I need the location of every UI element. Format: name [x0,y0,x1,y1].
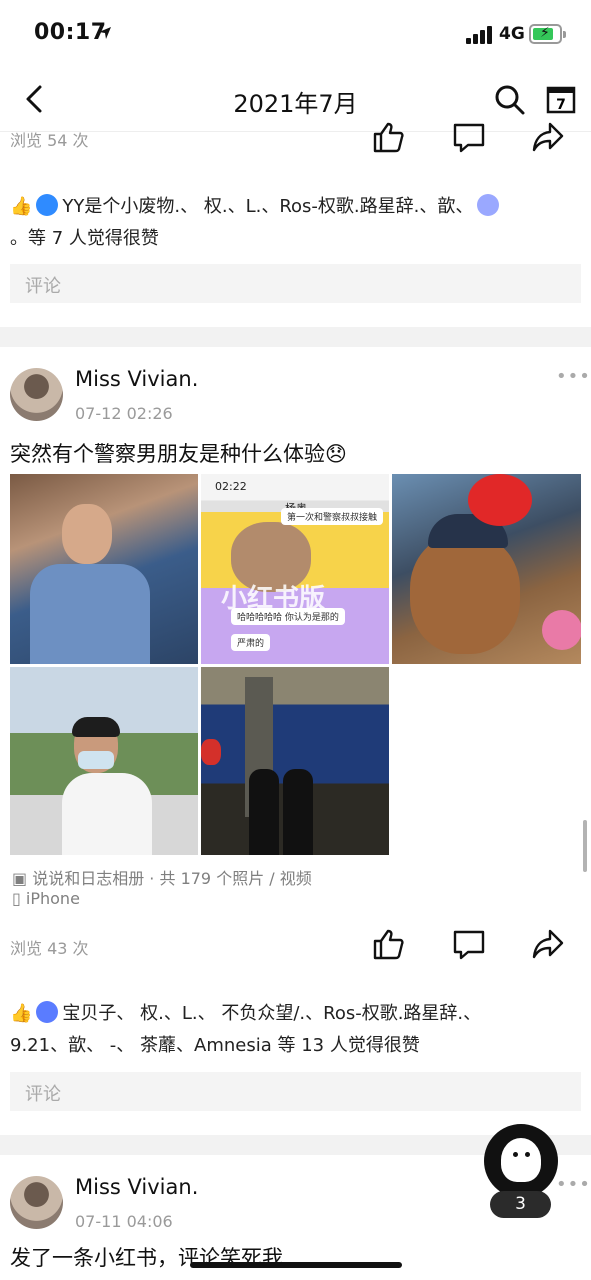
user-badge-icon [36,1001,59,1023]
more-options-icon[interactable]: ••• [556,1174,591,1195]
post-date: 07-12 02:26 [75,404,173,423]
likes-summary: 👍 YY是个小废物.、 权.、L.、Ros-权歌.路星辞.、歆、 。等 7 人觉得… [10,191,585,255]
device-info: ▯ iPhone [12,889,80,908]
thumbs-up-icon: 👍 [10,1003,33,1024]
comment-placeholder: 评论 [25,1084,61,1105]
search-icon[interactable] [494,84,526,116]
battery-cap [563,31,566,38]
view-count: 浏览 54 次 [10,131,89,150]
author-name[interactable]: Miss Vivian. [75,1175,198,1199]
phone-icon: ▯ [12,889,21,908]
floating-assistant-button[interactable] [484,1124,558,1198]
view-count: 浏览 43 次 [10,939,89,958]
comment-placeholder: 评论 [25,276,61,297]
user-badge-icon [36,194,59,216]
ghost-mascot-icon [501,1138,541,1182]
share-button-icon[interactable] [531,120,565,154]
status-bar: 00:17 4G ⚡ [0,0,591,70]
post-photo-1[interactable] [10,474,198,664]
thumbs-up-icon: 👍 [10,196,33,217]
likes-count[interactable]: 9.21、歆、 -、 茶蘼、Amnesia 等 13 人觉得很赞 [10,1035,420,1056]
location-arrow-icon [99,27,111,39]
post-text: 突然有个警察男朋友是种什么体验😞 [10,442,347,466]
nav-bar: 2021年7月 7 [0,70,591,132]
battery-icon: ⚡ [529,24,562,44]
post-photo-4[interactable] [10,667,198,855]
notification-count-badge[interactable]: 3 [490,1191,551,1218]
network-type: 4G [499,24,525,44]
album-info[interactable]: ▣ 说说和日志相册 · 共 179 个照片 / 视频 [12,865,312,889]
comment-input[interactable]: 评论 [10,1072,581,1111]
home-indicator [190,1262,402,1268]
likes-names[interactable]: 宝贝子、 权.、L.、 不负众望/.、Ros-权歌.路星辞.、 [62,1003,481,1024]
post-photo-3[interactable] [392,474,581,664]
comment-input[interactable]: 评论 [10,264,581,303]
comment-button-icon[interactable] [452,927,486,961]
status-time: 00:17 [34,20,107,45]
post-separator [0,327,591,347]
author-name[interactable]: Miss Vivian. [75,367,198,391]
likes-summary: 👍 宝贝子、 权.、L.、 不负众望/.、Ros-权歌.路星辞.、 9.21、歆、… [10,998,585,1062]
share-button-icon[interactable] [531,927,565,961]
post-photo-5[interactable] [201,667,389,855]
like-button-icon[interactable] [372,120,406,154]
scrollbar[interactable] [583,820,587,872]
post-date: 07-11 04:06 [75,1212,173,1231]
post-photo-2[interactable]: 02:22 杨奥 第一次和警察叔叔接触 哈哈哈哈哈 你认为是那的 严肃的 小红书… [201,474,389,664]
likes-count[interactable]: 。等 7 人觉得很赞 [10,228,159,249]
likes-names[interactable]: YY是个小废物.、 权.、L.、Ros-权歌.路星辞.、歆、 [62,196,473,217]
image-icon: ▣ [12,869,28,888]
avatar[interactable] [10,368,63,421]
comment-button-icon[interactable] [452,120,486,154]
like-button-icon[interactable] [372,927,406,961]
svg-text:7: 7 [556,97,566,113]
more-options-icon[interactable]: ••• [556,366,591,387]
avatar[interactable] [10,1176,63,1229]
calendar-icon[interactable]: 7 [546,84,576,114]
signal-strength-icon [466,26,494,44]
user-badge-icon [477,194,500,216]
